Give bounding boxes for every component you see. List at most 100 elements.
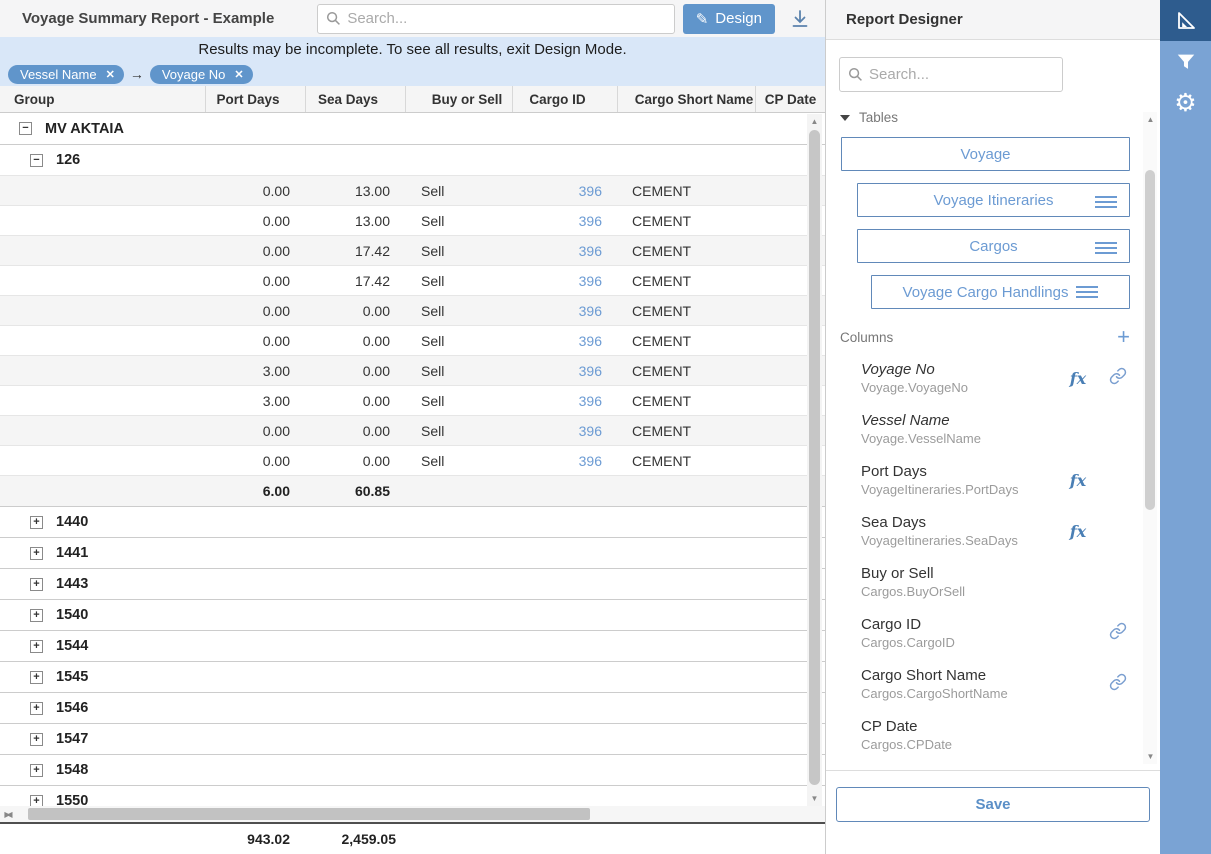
cargo-id-link[interactable]: 396 xyxy=(512,453,617,469)
drag-handle-icon[interactable] xyxy=(1076,283,1098,301)
table-box-label: Voyage Itineraries xyxy=(933,192,1053,209)
column-item-cp-date[interactable]: CP DateCargos.CPDate xyxy=(826,710,1160,761)
cell-buy-or-sell: Sell xyxy=(405,393,512,409)
settings-button[interactable]: ⚙ xyxy=(1160,82,1211,123)
column-header-cargo-short-name[interactable]: Cargo Short Name xyxy=(617,86,755,112)
cell-sea-days: 13.00 xyxy=(305,213,405,229)
formula-icon[interactable]: fx xyxy=(1070,522,1086,541)
report-title: Voyage Summary Report - Example xyxy=(22,10,274,27)
download-icon[interactable] xyxy=(789,8,811,30)
table-box-cargos[interactable]: Cargos xyxy=(857,229,1130,263)
expand-icon[interactable]: + xyxy=(30,795,43,807)
cargo-id-link[interactable]: 396 xyxy=(512,273,617,289)
tables-section-toggle[interactable]: Tables xyxy=(840,110,1160,125)
scroll-down-icon[interactable]: ▼ xyxy=(1143,749,1158,764)
link-icon[interactable] xyxy=(1109,622,1127,645)
vertical-scrollbar[interactable]: ▲ ▼ xyxy=(807,114,822,806)
cargo-id-link[interactable]: 396 xyxy=(512,303,617,319)
group-label: 1548 xyxy=(56,762,88,778)
column-item-voyage-no[interactable]: Voyage NoVoyage.VoyageNofx xyxy=(826,353,1160,404)
save-area: Save xyxy=(826,770,1160,854)
panel-title: Report Designer xyxy=(846,11,963,28)
group-chip-vessel-name[interactable]: Vessel Name ✕ xyxy=(8,65,124,84)
link-icon[interactable] xyxy=(1109,367,1127,390)
scroll-down-icon[interactable]: ▼ xyxy=(807,791,822,806)
cell-cargo-short-name: CEMENT xyxy=(617,243,755,259)
expand-icon[interactable]: + xyxy=(30,516,43,529)
report-search-input[interactable] xyxy=(347,10,665,27)
filter-icon xyxy=(1175,51,1197,73)
column-item-buy-or-sell[interactable]: Buy or SellCargos.BuyOrSell xyxy=(826,557,1160,608)
add-column-icon[interactable]: + xyxy=(1117,327,1130,347)
chip-remove-icon[interactable]: ✕ xyxy=(106,68,115,81)
column-item-cargo-short-name[interactable]: Cargo Short NameCargos.CargoShortName xyxy=(826,659,1160,710)
group-chip-label: Voyage No xyxy=(162,67,226,82)
cargo-id-link[interactable]: 396 xyxy=(512,183,617,199)
panel-scrollbar-thumb[interactable] xyxy=(1145,170,1155,510)
expand-icon[interactable]: + xyxy=(30,671,43,684)
design-button[interactable]: ✎ Design xyxy=(683,4,775,34)
design-tool-button[interactable] xyxy=(1160,0,1211,41)
column-item-cargo-id[interactable]: Cargo IDCargos.CargoID xyxy=(826,608,1160,659)
column-item-vessel-name[interactable]: Vessel NameVoyage.VesselName xyxy=(826,404,1160,455)
collapse-icon[interactable]: − xyxy=(30,154,43,167)
report-toolbar: Voyage Summary Report - Example ✎ Design xyxy=(0,0,825,37)
panel-search[interactable] xyxy=(839,57,1063,92)
column-header-port-days[interactable]: Port Days xyxy=(205,86,305,112)
cargo-id-link[interactable]: 396 xyxy=(512,333,617,349)
cargo-id-link[interactable]: 396 xyxy=(512,363,617,379)
vertical-scrollbar-thumb[interactable] xyxy=(809,130,820,785)
cargo-id-link[interactable]: 396 xyxy=(512,423,617,439)
tables-list: Voyage Voyage Itineraries Cargos Voyage Car… xyxy=(826,137,1160,309)
cell-port-days: 0.00 xyxy=(205,183,305,199)
table-box-label: Cargos xyxy=(969,238,1017,255)
columns-section-header: Columns + xyxy=(840,327,1160,347)
formula-icon[interactable]: fx xyxy=(1070,471,1086,490)
expand-icon[interactable]: + xyxy=(30,733,43,746)
cell-cargo-short-name: CEMENT xyxy=(617,333,755,349)
column-item-port-days[interactable]: Port DaysVoyageItineraries.PortDaysfx xyxy=(826,455,1160,506)
expand-icon[interactable]: + xyxy=(30,547,43,560)
expand-icon[interactable]: + xyxy=(30,578,43,591)
cell-buy-or-sell: Sell xyxy=(405,453,512,469)
table-box-voyage[interactable]: Voyage xyxy=(841,137,1130,171)
cargo-id-link[interactable]: 396 xyxy=(512,243,617,259)
drag-handle-icon[interactable] xyxy=(1095,193,1117,211)
column-item-sea-days[interactable]: Sea DaysVoyageItineraries.SeaDaysfx xyxy=(826,506,1160,557)
scroll-up-icon[interactable]: ▲ xyxy=(1143,112,1158,127)
total-port-days: 943.02 xyxy=(205,831,305,847)
horizontal-scrollbar[interactable]: ◀ ▶ xyxy=(0,806,825,822)
column-header-buy-or-sell[interactable]: Buy or Sell xyxy=(405,86,512,112)
filter-button[interactable] xyxy=(1160,41,1211,82)
report-search[interactable] xyxy=(317,4,674,34)
scroll-up-icon[interactable]: ▲ xyxy=(807,114,822,129)
column-header-cargo-id[interactable]: Cargo ID xyxy=(512,86,617,112)
table-box-voyage-itineraries[interactable]: Voyage Itineraries xyxy=(857,183,1130,217)
save-button[interactable]: Save xyxy=(836,787,1150,822)
column-name: Cargo Short Name xyxy=(861,667,1058,685)
group-chip-voyage-no[interactable]: Voyage No ✕ xyxy=(150,65,253,84)
column-header-group[interactable]: Group xyxy=(0,86,205,112)
column-header-cp-date[interactable]: CP Date xyxy=(755,86,825,112)
cargo-id-link[interactable]: 396 xyxy=(512,393,617,409)
expand-icon[interactable]: + xyxy=(30,702,43,715)
chip-remove-icon[interactable]: ✕ xyxy=(234,68,243,81)
expand-icon[interactable]: + xyxy=(30,609,43,622)
cell-buy-or-sell: Sell xyxy=(405,213,512,229)
horizontal-scrollbar-thumb[interactable] xyxy=(28,808,590,820)
panel-search-input[interactable] xyxy=(869,66,1068,83)
cargo-id-link[interactable]: 396 xyxy=(512,213,617,229)
column-name: Port Days xyxy=(861,463,1058,481)
link-icon[interactable] xyxy=(1109,673,1127,696)
cell-sea-days: 17.42 xyxy=(305,243,405,259)
table-box-voyage-cargo-handlings[interactable]: Voyage Cargo Handlings xyxy=(871,275,1130,309)
formula-icon[interactable]: fx xyxy=(1070,369,1086,388)
collapse-icon[interactable]: − xyxy=(19,122,32,135)
expand-icon[interactable]: + xyxy=(30,640,43,653)
group-chip-label: Vessel Name xyxy=(20,67,97,82)
column-header-sea-days[interactable]: Sea Days xyxy=(305,86,405,112)
panel-scrollbar[interactable]: ▲ ▼ xyxy=(1143,112,1157,764)
scroll-right-icon[interactable]: ▶ xyxy=(0,807,15,822)
expand-icon[interactable]: + xyxy=(30,764,43,777)
drag-handle-icon[interactable] xyxy=(1095,239,1117,257)
